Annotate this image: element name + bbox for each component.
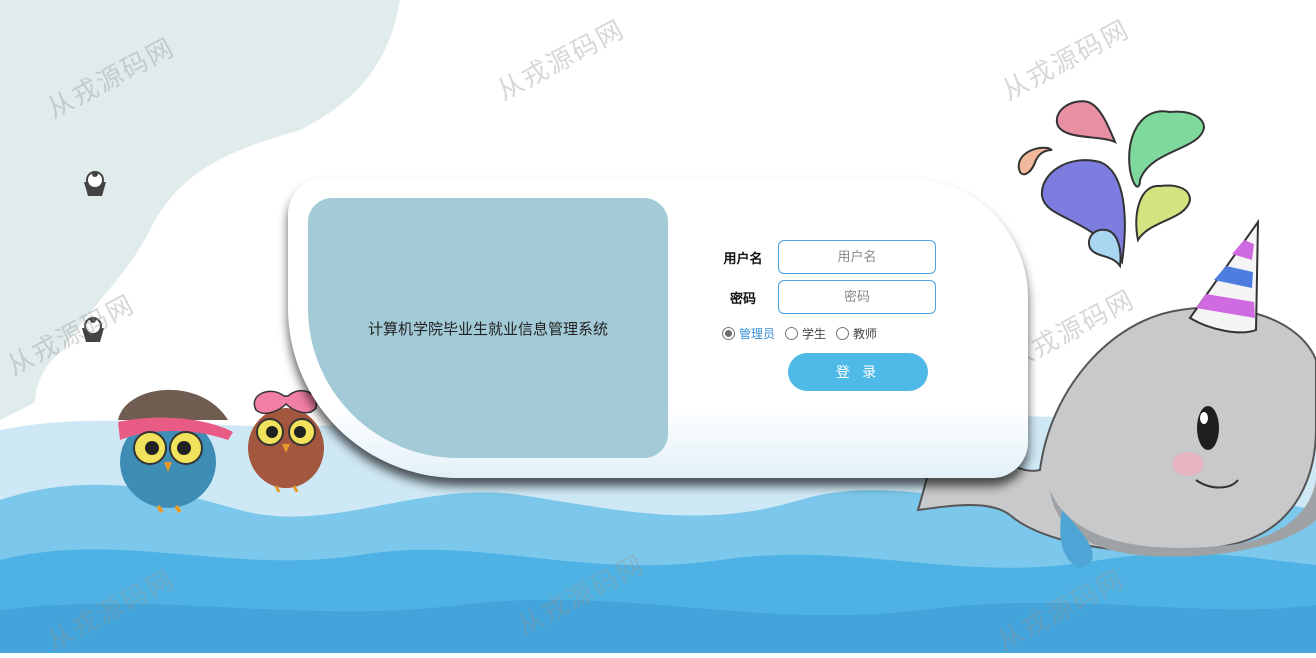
username-row: 用户名	[708, 240, 936, 274]
login-button[interactable]: 登 录	[788, 353, 928, 391]
role-radio-group: 管理员 学生 教师	[722, 325, 887, 342]
password-row: 密码	[708, 280, 936, 314]
title-panel: 计算机学院毕业生就业信息管理系统	[308, 198, 668, 458]
username-label: 用户名	[723, 251, 763, 267]
password-label: 密码	[729, 291, 756, 307]
login-card: 计算机学院毕业生就业信息管理系统 用户名 密码 管理员 学生 教师 登 录	[288, 178, 1028, 478]
role-label: 教师	[853, 327, 878, 341]
radio-icon[interactable]	[785, 327, 799, 340]
radio-icon[interactable]	[836, 327, 850, 340]
password-input[interactable]	[778, 280, 936, 314]
system-title: 计算机学院毕业生就业信息管理系统	[367, 319, 608, 338]
role-label: 管理员	[739, 327, 776, 341]
role-option-teacher[interactable]: 教师	[836, 325, 877, 342]
role-label: 学生	[802, 327, 827, 341]
role-option-admin[interactable]: 管理员	[722, 325, 775, 342]
username-input[interactable]	[778, 240, 936, 274]
radio-icon[interactable]	[722, 327, 735, 340]
role-option-student[interactable]: 学生	[785, 325, 826, 342]
